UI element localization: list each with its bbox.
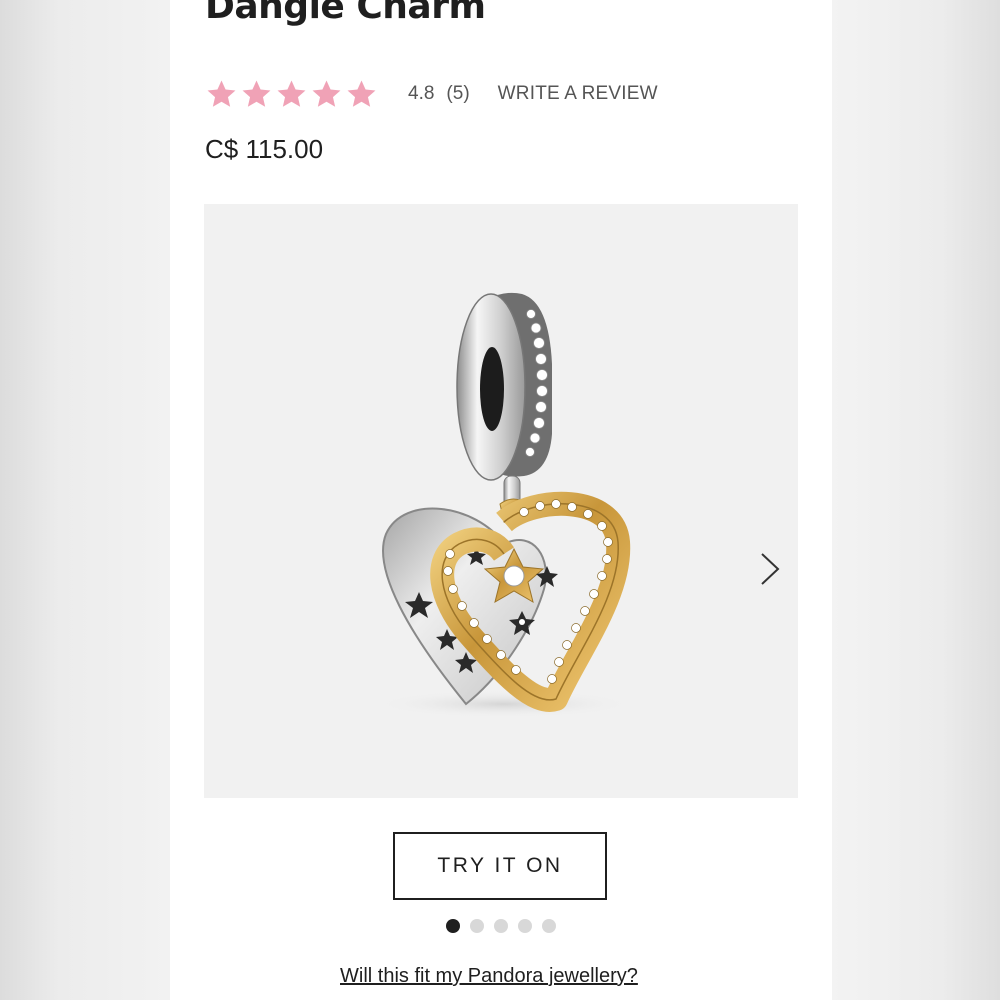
rating-stars[interactable] [205, 78, 378, 111]
rating-row: 4.8 (5) WRITE A REVIEW [205, 74, 658, 114]
star-icon [277, 79, 306, 107]
background-left [0, 0, 170, 1000]
background-right [832, 0, 1000, 1000]
pagination-dot[interactable] [542, 919, 556, 933]
star-icon [312, 79, 341, 107]
review-count[interactable]: (5) [446, 83, 469, 105]
pagination-dot[interactable] [446, 919, 460, 933]
heart-dangle-charm-image [374, 292, 634, 718]
product-title: Dangle Charm [205, 0, 486, 27]
gallery-pagination [446, 919, 556, 933]
product-image-gallery[interactable] [204, 204, 798, 798]
product-page: Dangle Charm 4.8 (5) WRITE A REVIEW C$ 1… [170, 0, 832, 1000]
write-review-link[interactable]: WRITE A REVIEW [498, 83, 658, 105]
chevron-right-icon[interactable] [756, 550, 784, 588]
fit-jewellery-link[interactable]: Will this fit my Pandora jewellery? [340, 965, 638, 988]
pagination-dot[interactable] [518, 919, 532, 933]
rating-value: 4.8 [408, 83, 435, 104]
try-it-on-button[interactable]: TRY IT ON [393, 832, 607, 900]
star-icon [242, 79, 271, 107]
pagination-dot[interactable] [470, 919, 484, 933]
product-price: C$ 115.00 [205, 134, 324, 164]
pagination-dot[interactable] [494, 919, 508, 933]
star-icon [207, 79, 236, 107]
star-icon [347, 79, 376, 107]
